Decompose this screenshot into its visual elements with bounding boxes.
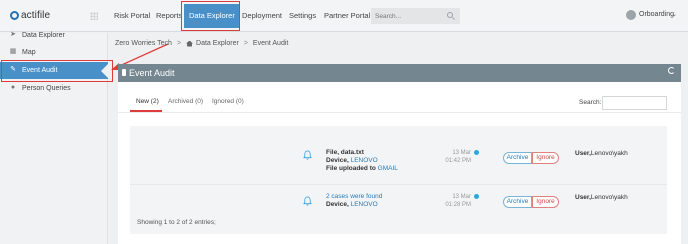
table-search-label: Search: (579, 99, 602, 106)
home-icon (186, 40, 194, 47)
refresh-icon[interactable] (668, 67, 675, 74)
logo[interactable]: actifile (10, 10, 50, 21)
event-target-link[interactable]: GMAIL (378, 165, 398, 172)
nav-deployment[interactable]: Deployment (239, 0, 285, 32)
user-icon: ● (10, 84, 16, 91)
event-user-label: User, (575, 194, 591, 201)
tab-new[interactable]: New (2) (136, 94, 159, 110)
event-date: 13 Mar (452, 194, 471, 200)
event-time: 01:28 PM (445, 202, 471, 208)
logo-icon (10, 11, 19, 20)
sidebar-item-map[interactable]: ▦ Map (0, 44, 108, 61)
panel-user-icon (122, 69, 126, 76)
ignore-button[interactable]: Ignore (532, 152, 559, 164)
sidebar-item-person-queries[interactable]: ● Person Queries (0, 80, 108, 97)
breadcrumb: Zero Worries Tech > Data Explorer > Even… (115, 40, 288, 47)
chevron-down-icon[interactable]: ⌄ (672, 11, 677, 18)
panel-title: Event Audit (129, 68, 175, 78)
map-icon: ▦ (9, 48, 17, 55)
event-detail: File uploaded to (326, 165, 376, 172)
event-device-label: Device, (326, 201, 349, 208)
event-time: 01:42 PM (445, 158, 471, 164)
event-list (130, 126, 667, 234)
archive-button[interactable]: Archive (503, 196, 532, 208)
user-menu-name[interactable]: Orboarding (639, 11, 674, 18)
event-user: User,Lenovo\yakh (575, 194, 628, 201)
breadcrumb-page: Event Audit (252, 40, 289, 47)
tab-archived[interactable]: Archived (0) (168, 94, 203, 110)
event-description: File, data.txt Device, LENOVO File uploa… (326, 149, 398, 173)
grid-menu-icon[interactable] (90, 12, 98, 20)
event-date: 13 Mar (452, 150, 471, 156)
tab-ignored[interactable]: Ignored (0) (212, 94, 244, 110)
bell-icon (303, 196, 312, 206)
breadcrumb-root[interactable]: Zero Worries Tech (115, 40, 172, 47)
event-device-link[interactable]: LENOVO (351, 157, 378, 164)
event-device-label: Device, (326, 157, 349, 164)
avatar[interactable] (626, 10, 636, 20)
event-title-link[interactable]: 2 cases were found (326, 193, 382, 200)
ignore-button[interactable]: Ignore (532, 196, 559, 208)
paper-plane-icon: ➤ (10, 31, 16, 38)
event-timestamp: 13 Mar 01:42 PM (431, 149, 471, 165)
event-user: User,Lenovo\yakh (575, 150, 628, 157)
event-device-link[interactable]: LENOVO (351, 201, 378, 208)
active-nav-caret (207, 25, 213, 28)
nav-partner-portal[interactable]: Partner Portal (321, 0, 373, 32)
row-divider (130, 184, 667, 185)
nav-settings[interactable]: Settings (286, 0, 319, 32)
event-user-value: Lenovo\yakh (590, 150, 628, 157)
unread-indicator (474, 150, 479, 155)
sidebar-item-label: Person Queries (22, 85, 71, 92)
search-icon[interactable] (447, 12, 453, 18)
event-user-value: Lenovo\yakh (590, 194, 628, 201)
breadcrumb-separator: > (243, 40, 248, 47)
breadcrumb-separator: > (176, 40, 182, 47)
sidebar-item-data-explorer[interactable]: ➤ Data Explorer (0, 27, 108, 44)
archive-button[interactable]: Archive (503, 152, 532, 164)
unread-indicator (474, 194, 479, 199)
logo-text: actifile (21, 10, 51, 21)
pagination-info: Showing 1 to 2 of 2 entries; (137, 219, 216, 226)
table-search-input[interactable] (602, 96, 667, 110)
nav-risk-portal[interactable]: Risk Portal (111, 0, 153, 32)
sidebar-item-label: Data Explorer (22, 32, 65, 39)
event-timestamp: 13 Mar 01:28 PM (431, 193, 471, 209)
panel-header: Event Audit (118, 64, 681, 82)
event-title: File, data.txt (326, 149, 364, 156)
bell-icon (303, 150, 312, 160)
sidebar-item-label: Map (22, 49, 36, 56)
breadcrumb-section[interactable]: Data Explorer (196, 40, 239, 47)
event-description: 2 cases were found Device, LENOVO (326, 193, 382, 209)
sidebar-highlight-box (1, 60, 113, 82)
tab-divider (118, 112, 681, 113)
event-user-label: User, (575, 150, 591, 157)
